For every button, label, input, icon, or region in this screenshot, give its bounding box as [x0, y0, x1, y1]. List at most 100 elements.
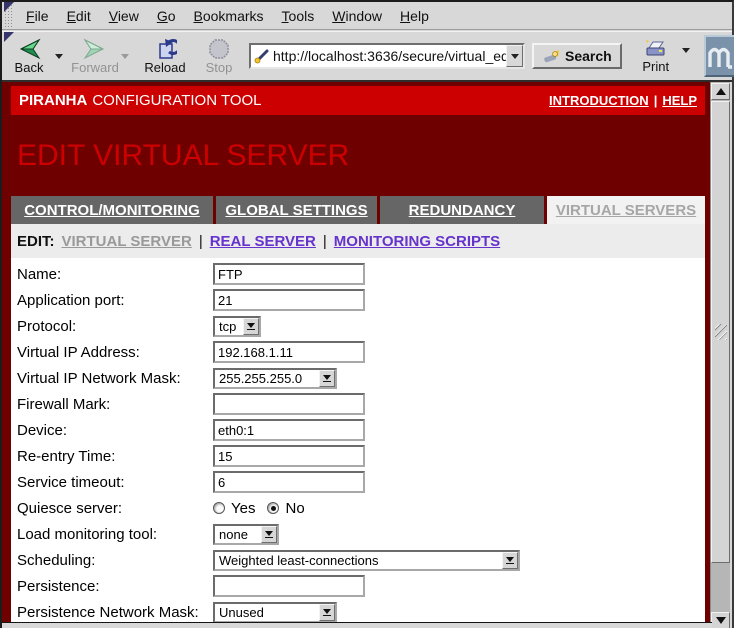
field-label: Virtual IP Network Mask:	[17, 370, 213, 387]
scrollbar-thumb[interactable]	[711, 101, 730, 563]
form-row: Load monitoring tool: none	[11, 521, 705, 547]
field-label: Device:	[17, 422, 213, 439]
protocol-select[interactable]: tcp	[213, 316, 261, 337]
page-title: EDIT VIRTUAL SERVER	[17, 138, 349, 174]
url-history-dropdown[interactable]	[506, 45, 523, 67]
persistence-netmask-select[interactable]: Unused	[213, 602, 337, 623]
menu-tools[interactable]: Tools	[273, 3, 324, 29]
reload-button[interactable]: Reload	[143, 37, 187, 76]
field-label: Protocol:	[17, 318, 213, 335]
field-label: Persistence Network Mask:	[17, 604, 213, 621]
edit-subnav: EDIT: VIRTUAL SERVER | REAL SERVER | MON…	[11, 224, 705, 258]
field-label: Quiesce server:	[17, 500, 213, 517]
stop-icon	[208, 38, 230, 60]
dropdown-arrow-icon	[261, 526, 277, 543]
dropdown-arrow-icon	[319, 370, 335, 387]
thumb-grip-icon	[715, 324, 727, 340]
stop-button[interactable]: Stop	[197, 37, 241, 76]
field-label: Service timeout:	[17, 474, 213, 491]
field-label: Load monitoring tool:	[17, 526, 213, 543]
search-button[interactable]: Search	[532, 43, 622, 69]
tab-control-monitoring[interactable]: CONTROL/MONITORING	[11, 196, 213, 224]
field-label: Name:	[17, 266, 213, 283]
banner-title-bold: PIRANHA	[19, 92, 87, 109]
vertical-scrollbar[interactable]	[710, 82, 730, 628]
menu-file[interactable]: File	[17, 3, 58, 29]
form-row: Firewall Mark:	[11, 391, 705, 417]
field-label: Re-entry Time:	[17, 448, 213, 465]
monitoring-scripts-link[interactable]: MONITORING SCRIPTS	[334, 233, 500, 250]
form-row: Quiesce server: Yes No	[11, 495, 705, 521]
menu-bookmarks[interactable]: Bookmarks	[185, 3, 273, 29]
form-row: Service timeout:	[11, 469, 705, 495]
real-server-link[interactable]: REAL SERVER	[210, 233, 316, 250]
tab-redundancy[interactable]: REDUNDANCY	[380, 196, 544, 224]
piranha-banner: PIRANHA CONFIGURATION TOOL INTRODUCTION …	[11, 86, 705, 115]
form-row: Persistence Network Mask: Unused	[11, 599, 705, 624]
mozilla-logo[interactable]	[704, 35, 734, 77]
virtual-server-form: Name: Application port: Protocol: tcp Vi…	[11, 258, 705, 624]
menu-edit[interactable]: Edit	[58, 3, 100, 29]
menu-help[interactable]: Help	[391, 3, 438, 29]
firewall-mark-input[interactable]	[213, 393, 365, 415]
banner-link-separator: |	[654, 93, 658, 108]
subnav-virtual-server: VIRTUAL SERVER	[62, 233, 192, 250]
page-proxy-icon	[253, 48, 271, 64]
form-row: Device:	[11, 417, 705, 443]
form-row: Persistence:	[11, 573, 705, 599]
menu-view[interactable]: View	[100, 3, 148, 29]
scroll-down-button[interactable]	[711, 612, 730, 628]
virtual-ip-address-input[interactable]	[213, 341, 365, 363]
menu-go[interactable]: Go	[148, 3, 185, 29]
scroll-up-button[interactable]	[711, 83, 730, 100]
menu-window[interactable]: Window	[323, 3, 391, 29]
dropdown-arrow-icon	[243, 318, 259, 335]
navigation-toolbar: Back Forward Reload Stop http://localhos…	[2, 31, 732, 80]
quiesce-yes-radio[interactable]	[213, 502, 225, 514]
tab-global-settings[interactable]: GLOBAL SETTINGS	[216, 196, 377, 224]
mozilla-m-icon	[706, 43, 734, 69]
print-button[interactable]: Print	[634, 38, 678, 75]
menu-bar: File Edit View Go Bookmarks Tools Window…	[2, 2, 732, 30]
dropdown-arrow-icon	[319, 604, 335, 621]
banner-title-rest: CONFIGURATION TOOL	[92, 92, 261, 109]
arrow-down-icon	[716, 617, 726, 624]
forward-icon	[82, 38, 108, 60]
field-label: Virtual IP Address:	[17, 344, 213, 361]
device-input[interactable]	[213, 419, 365, 441]
field-label: Application port:	[17, 292, 213, 309]
toolbar-grippy[interactable]	[4, 4, 14, 27]
collapse-arrow-icon	[4, 32, 14, 42]
back-dropdown-icon[interactable]	[55, 54, 63, 59]
introduction-link[interactable]: INTRODUCTION	[549, 93, 649, 108]
back-button[interactable]: Back	[7, 37, 51, 76]
field-label: Persistence:	[17, 578, 213, 595]
load-monitoring-select[interactable]: none	[213, 524, 279, 545]
tab-bar: CONTROL/MONITORING GLOBAL SETTINGS REDUN…	[11, 196, 705, 224]
dropdown-arrow-icon	[502, 552, 518, 569]
form-row: Virtual IP Address:	[11, 339, 705, 365]
quiesce-radio-group: Yes No	[213, 500, 311, 517]
browser-viewport: PIRANHA CONFIGURATION TOOL INTRODUCTION …	[2, 82, 712, 624]
application-port-input[interactable]	[213, 289, 365, 311]
form-row: Protocol: tcp	[11, 313, 705, 339]
scheduling-select[interactable]: Weighted least-connections	[213, 550, 520, 571]
search-flashlight-icon	[542, 49, 561, 64]
form-row: Name:	[11, 261, 705, 287]
url-text[interactable]: http://localhost:3636/secure/virtual_edi…	[273, 48, 506, 64]
url-bar[interactable]: http://localhost:3636/secure/virtual_edi…	[249, 43, 525, 69]
persistence-input[interactable]	[213, 575, 365, 597]
help-link[interactable]: HELP	[662, 93, 697, 108]
chevron-down-icon	[511, 54, 519, 59]
form-row: Virtual IP Network Mask: 255.255.255.0	[11, 365, 705, 391]
vip-netmask-select[interactable]: 255.255.255.0	[213, 368, 337, 389]
tab-virtual-servers[interactable]: VIRTUAL SERVERS	[547, 196, 705, 224]
print-dropdown-icon[interactable]	[682, 48, 690, 53]
forward-button[interactable]: Forward	[73, 37, 117, 76]
service-timeout-input[interactable]	[213, 471, 365, 493]
name-input[interactable]	[213, 263, 365, 285]
quiesce-no-radio[interactable]	[267, 502, 279, 514]
print-icon	[643, 39, 669, 59]
reentry-time-input[interactable]	[213, 445, 365, 467]
arrow-up-icon	[716, 88, 726, 95]
